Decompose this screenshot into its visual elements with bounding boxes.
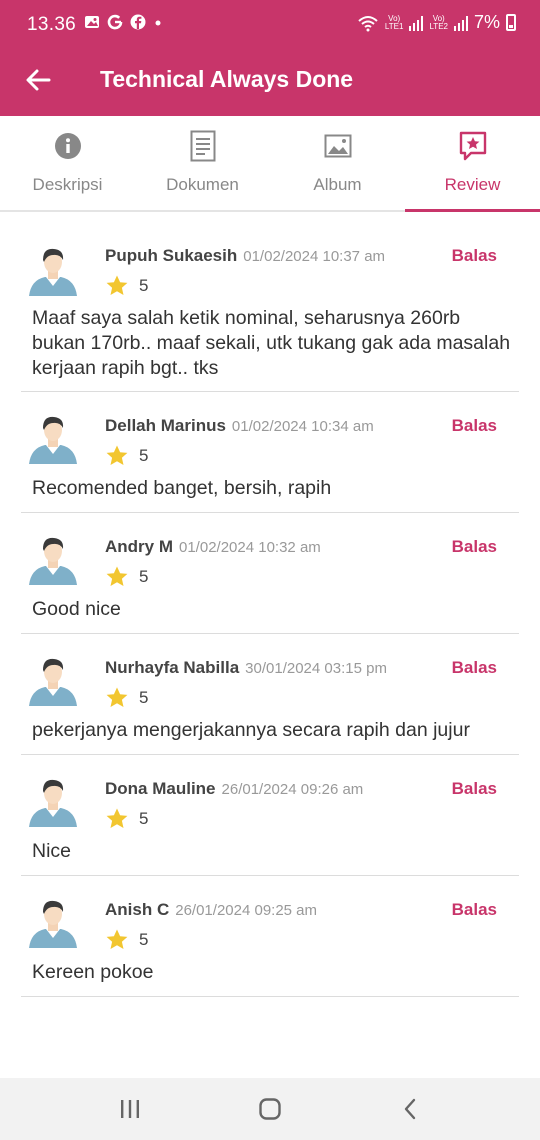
review-date: 01/02/2024 10:34 am [231, 418, 374, 435]
app-bar: 13.36 Vo) LTE1 Vo) LTE2 7% Technical Alway… [0, 0, 540, 116]
tab-label: Album [313, 175, 362, 194]
review-text: pekerjanya mengerjakannya secara rapih d… [32, 719, 470, 741]
wifi-icon [358, 15, 378, 31]
battery-percent: 7% [473, 12, 500, 32]
star-icon [106, 929, 128, 949]
home-button[interactable] [250, 1089, 290, 1129]
rating-value: 5 [139, 809, 149, 828]
star-icon [106, 275, 128, 295]
star-icon [106, 566, 128, 586]
image-icon [324, 134, 351, 158]
avatar [29, 779, 77, 827]
review-text: Good nice [32, 598, 121, 620]
review-item: Anish C 26/01/2024 09:25 am Balas 5 Keree… [21, 876, 519, 997]
review-item: Andry M 01/02/2024 10:32 am Balas 5 Good … [21, 513, 519, 634]
arrow-left-icon [26, 69, 51, 91]
tab-dokumen[interactable]: Dokumen [135, 116, 270, 210]
reply-button[interactable]: Balas [452, 779, 497, 799]
review-date: 26/01/2024 09:25 am [175, 902, 318, 919]
reviewer-name: Andry M 01/02/2024 10:32 am [105, 537, 321, 556]
review-rating: 5 [105, 444, 148, 468]
review-text: Recomended banget, bersih, rapih [32, 477, 332, 499]
toolbar: Technical Always Done [0, 50, 540, 116]
review-text: Nice [32, 840, 72, 862]
avatar [29, 658, 77, 706]
signal-2-icon [453, 15, 468, 31]
tab-review[interactable]: Review [405, 116, 540, 212]
dot-icon [155, 20, 161, 26]
tab-bar: Deskripsi Dokumen Album Review [0, 116, 540, 212]
document-icon [190, 130, 215, 162]
review-text: Kereen pokoe [32, 961, 154, 983]
reviewer-name: Pupuh Sukaesih 01/02/2024 10:37 am [105, 246, 386, 265]
signal-1-icon [409, 15, 424, 31]
status-bar: 13.36 Vo) LTE1 Vo) LTE2 7% [0, 0, 540, 50]
home-icon [259, 1098, 281, 1120]
facebook-icon [130, 14, 146, 30]
star-icon [106, 445, 128, 465]
tab-label: Deskripsi [32, 175, 103, 194]
review-date: 01/02/2024 10:37 am [243, 248, 386, 265]
review-item: Pupuh Sukaesih 01/02/2024 10:37 am Balas … [21, 232, 519, 392]
reply-button[interactable]: Balas [452, 658, 497, 678]
review-text: Maaf saya salah ketik nominal, seharusny… [32, 307, 511, 379]
reply-button[interactable]: Balas [452, 537, 497, 557]
review-rating: 5 [105, 928, 148, 952]
back-icon [404, 1098, 416, 1120]
review-item: Dona Mauline 26/01/2024 09:26 am Balas 5 … [21, 755, 519, 876]
system-nav-bar [0, 1078, 540, 1140]
rating-value: 5 [139, 446, 149, 465]
rating-value: 5 [139, 276, 149, 295]
tab-label: Review [444, 175, 501, 194]
review-rating: 5 [105, 807, 148, 831]
page-title: Technical Always Done [100, 66, 354, 92]
review-rating: 5 [105, 686, 148, 710]
info-icon [54, 133, 81, 159]
rating-value: 5 [139, 567, 149, 586]
review-date: 26/01/2024 09:26 am [221, 781, 364, 798]
reviewer-name: Dona Mauline 26/01/2024 09:26 am [105, 779, 364, 798]
sim1-indicator: Vo) LTE1 [384, 13, 404, 31]
back-button[interactable] [22, 64, 54, 96]
review-item: Dellah Marinus 01/02/2024 10:34 am Balas … [21, 392, 519, 513]
review-date: 01/02/2024 10:32 am [179, 539, 321, 556]
recent-apps-button[interactable] [110, 1089, 150, 1129]
star-icon [106, 808, 128, 828]
reply-button[interactable]: Balas [452, 900, 497, 920]
tab-album[interactable]: Album [270, 116, 405, 210]
reviewer-name: Nurhayfa Nabilla 30/01/2024 03:15 pm [105, 658, 387, 677]
status-time: 13.36 [27, 14, 77, 35]
review-item: Nurhayfa Nabilla 30/01/2024 03:15 pm Bala… [21, 634, 519, 755]
rating-value: 5 [139, 930, 149, 949]
recent-apps-icon [121, 1100, 139, 1118]
review-star-icon [459, 131, 486, 161]
google-icon [107, 14, 123, 30]
sim2-indicator: Vo) LTE2 [429, 13, 448, 31]
review-date: 30/01/2024 03:15 pm [245, 660, 387, 677]
reply-button[interactable]: Balas [452, 416, 497, 436]
reply-button[interactable]: Balas [452, 246, 497, 266]
review-rating: 5 [105, 565, 148, 589]
star-icon [106, 687, 128, 707]
avatar [29, 416, 77, 464]
gallery-icon [85, 16, 99, 28]
reviewer-name: Dellah Marinus 01/02/2024 10:34 am [105, 416, 374, 435]
review-rating: 5 [105, 274, 148, 298]
tab-deskripsi[interactable]: Deskripsi [0, 116, 135, 210]
review-list: Pupuh Sukaesih 01/02/2024 10:37 am Balas … [21, 232, 519, 997]
battery-icon [506, 14, 516, 31]
avatar [29, 537, 77, 585]
tab-label: Dokumen [166, 175, 239, 194]
avatar [29, 900, 77, 948]
back-nav-button[interactable] [390, 1089, 430, 1129]
avatar [29, 248, 77, 296]
rating-value: 5 [139, 688, 149, 707]
reviewer-name: Anish C 26/01/2024 09:25 am [105, 900, 318, 919]
